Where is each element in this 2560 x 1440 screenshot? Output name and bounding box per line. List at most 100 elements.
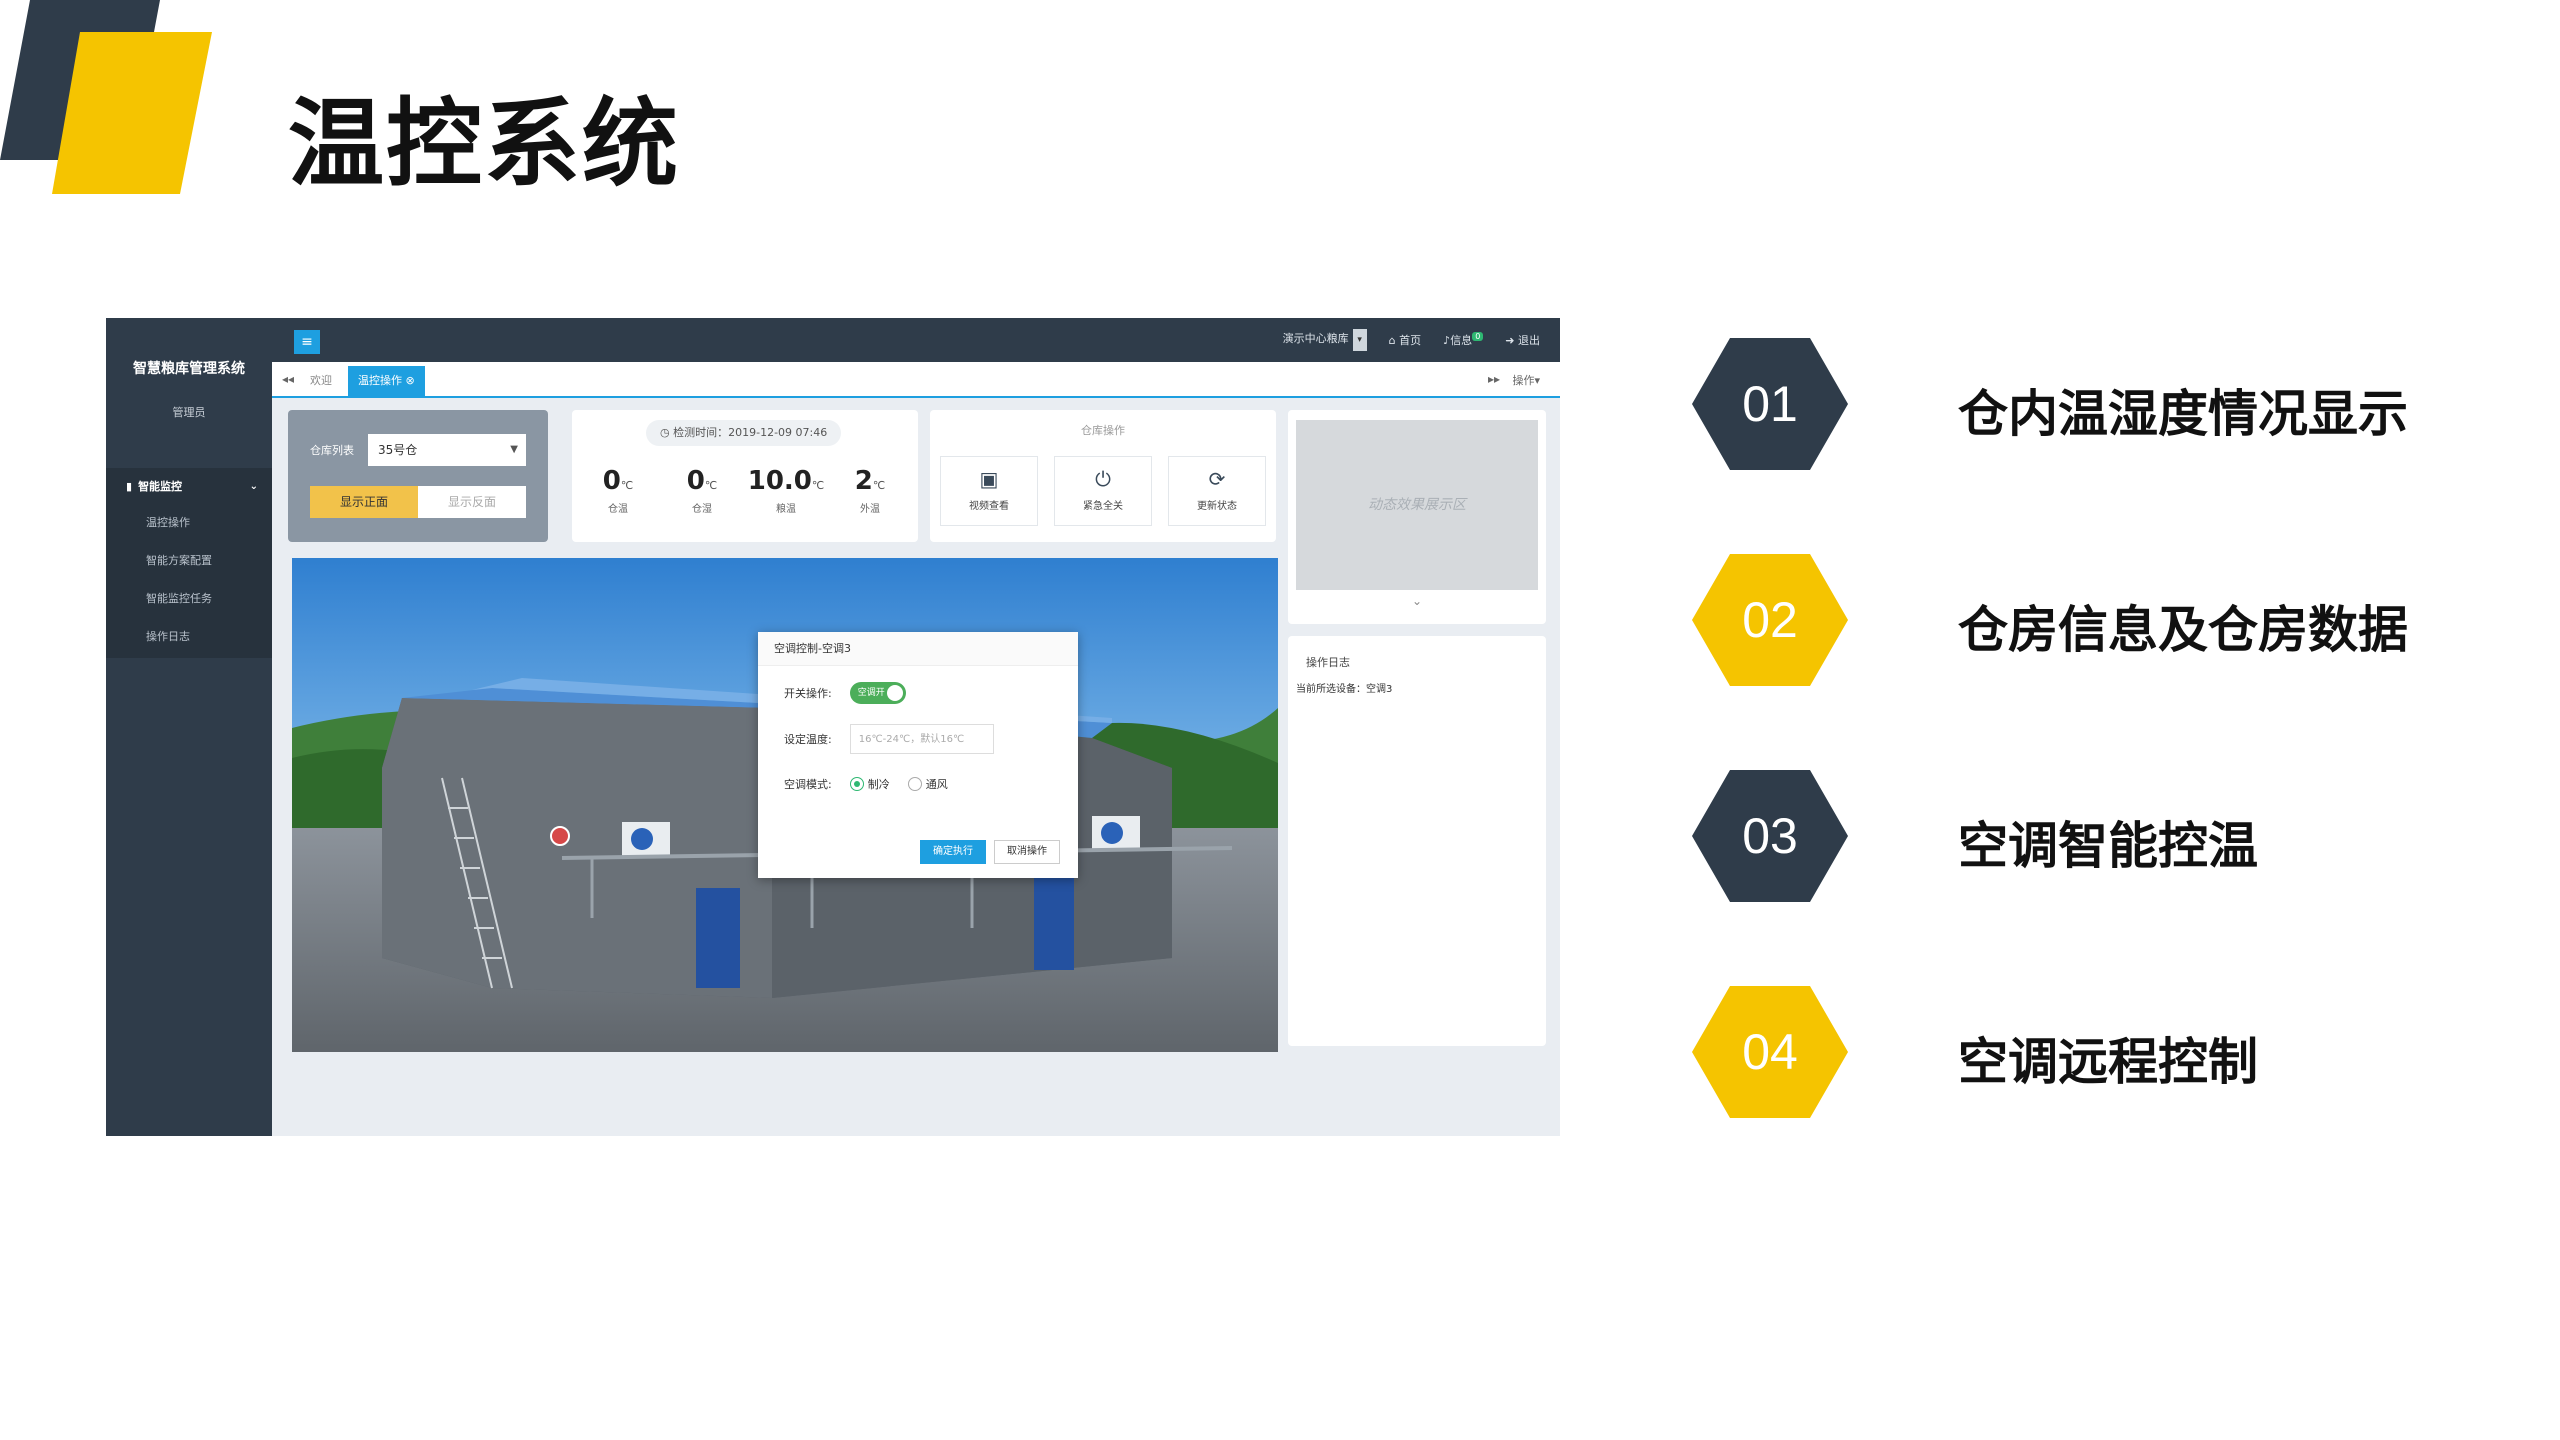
sidebar-menu: ▮ 智能监控 ⌄ 温控操作 智能方案配置 智能监控任务 操作日志	[106, 468, 272, 658]
home-label: 首页	[1399, 334, 1422, 347]
mode-label: 空调模式:	[784, 778, 832, 791]
check-time: ◷ 检测时间：2019-12-09 07:46	[646, 420, 842, 446]
reading-warehouse-temp: 0℃ 仓温	[578, 466, 658, 515]
messages-link[interactable]: ♪信息 0	[1443, 332, 1484, 348]
sidebar-item-temp-op[interactable]: 温控操作	[106, 504, 272, 542]
sidebar-item-plan-config[interactable]: 智能方案配置	[106, 542, 272, 580]
sidebar-group-monitor[interactable]: ▮ 智能监控 ⌄	[106, 468, 272, 504]
mode-cool-radio[interactable]	[849, 777, 864, 791]
reading-unit: ℃	[811, 479, 825, 492]
warehouse-ops-title: 仓库操作	[1081, 424, 1125, 437]
feature-label: 仓房信息及仓房数据	[1958, 601, 2408, 659]
feature-label: 空调智能控温	[1958, 817, 2258, 875]
menu-toggle-button[interactable]: ≡	[294, 330, 320, 354]
feature-label: 空调远程控制	[1958, 1033, 2258, 1091]
video-view-button[interactable]: ▣ 视频查看	[940, 456, 1038, 526]
mode-fan-radio[interactable]	[907, 777, 922, 791]
emergency-close-button[interactable]: ⏻ 紧急全关	[1054, 456, 1152, 526]
switch-row: 开关操作: 空调开	[784, 682, 906, 704]
mode-fan-label: 通风	[925, 778, 948, 791]
reading-grain-temp: 10.0℃ 粮温	[746, 466, 826, 515]
op-label: 更新状态	[1197, 501, 1237, 512]
show-front-button[interactable]: 显示正面	[310, 486, 418, 518]
temp-input[interactable]: 16℃-24℃，默认16℃	[849, 724, 994, 754]
op-label: 视频查看	[969, 501, 1009, 512]
switch-label: 开关操作:	[784, 687, 832, 700]
reading-unit: ℃	[704, 479, 718, 492]
app-screenshot: 智慧粮库管理系统 管理员 ▮ 智能监控 ⌄ 温控操作 智能方案配置 智能监控任务…	[106, 318, 1560, 1136]
feature-number: 04	[1742, 1024, 1798, 1080]
messages-label: 信息	[1450, 334, 1473, 347]
reading-unit: ℃	[620, 479, 634, 492]
warehouse-ops-panel: 仓库操作 ▣ 视频查看 ⏻ 紧急全关 ⟳ 更新状态	[930, 410, 1276, 542]
op-label: 紧急全关	[1083, 501, 1123, 512]
reading-value: 10.0	[747, 466, 812, 496]
logout-link[interactable]: ➜ 退出	[1505, 332, 1540, 348]
chevron-down-icon: ⌄	[249, 480, 258, 492]
home-link[interactable]: ⌂ 首页	[1389, 332, 1421, 348]
tab-prev-icon[interactable]: ◂◂	[282, 372, 294, 386]
tab-bar: ◂◂ 欢迎 温控操作 ⊗ ▸▸ 操作▾	[272, 362, 1560, 398]
warehouse-panel: 仓库列表 35号仓 ▼ 显示正面 显示反面	[288, 410, 548, 542]
sidebar-group-label: 智能监控	[138, 480, 183, 493]
reading-warehouse-humidity: 0℃ 仓湿	[662, 466, 742, 515]
temp-label: 设定温度:	[784, 733, 832, 746]
tab-temp-op-label: 温控操作	[358, 374, 402, 387]
temp-row: 设定温度: 16℃-24℃，默认16℃	[784, 724, 994, 754]
tab-temp-op[interactable]: 温控操作 ⊗	[348, 366, 425, 396]
logout-icon: ➜	[1505, 334, 1515, 347]
close-icon[interactable]: ⊗	[406, 374, 415, 387]
readings-panel: ◷ 检测时间：2019-12-09 07:46 0℃ 仓温 0℃ 仓湿 10.0…	[572, 410, 918, 542]
slide: 温控系统 智慧粮库管理系统 管理员 ▮ 智能监控 ⌄ 温控操作 智能方案配置 智…	[0, 0, 2560, 1440]
feature-item-03: 03 空调智能控温	[1690, 766, 2510, 906]
feature-number: 02	[1742, 592, 1798, 648]
ac-power-toggle[interactable]: 空调开	[849, 682, 906, 704]
feature-label: 仓内温湿度情况显示	[1958, 385, 2408, 443]
reading-outside-temp: 2℃ 外温	[830, 466, 910, 515]
mode-row: 空调模式: 制冷 通风	[784, 776, 948, 792]
log-line: 当前所选设备：空调3	[1296, 684, 1393, 695]
dialog-title: 空调控制-空调3	[758, 632, 1078, 666]
reading-value: 2	[854, 466, 873, 496]
feature-item-01: 01 仓内温湿度情况显示	[1690, 334, 2510, 474]
message-badge: 0	[1472, 332, 1484, 341]
reading-label: 仓温	[608, 504, 628, 515]
animation-area: 动态效果展示区	[1296, 420, 1538, 590]
tab-welcome[interactable]: 欢迎	[300, 366, 342, 396]
mode-cool-label: 制冷	[867, 778, 890, 791]
reading-unit: ℃	[872, 479, 886, 492]
warehouse-list-label: 仓库列表	[310, 444, 354, 457]
ac-control-dialog: 空调控制-空调3 开关操作: 空调开 设定温度: 16℃-24℃，默认16℃ 空…	[758, 632, 1078, 878]
warehouse-selected: 35号仓	[378, 443, 418, 457]
app-sidebar: 智慧粮库管理系统 管理员 ▮ 智能监控 ⌄ 温控操作 智能方案配置 智能监控任务…	[106, 318, 272, 1136]
app-topbar: ≡ 演示中心粮库 ▾ ⌂ 首页 ♪信息 0 ➜ 退出	[272, 318, 1560, 362]
video-icon: ▣	[979, 467, 999, 491]
check-time-label: 检测时间：2019-12-09 07:46	[673, 426, 828, 439]
logout-label: 退出	[1518, 334, 1540, 347]
topbar-actions: 演示中心粮库 ▾ ⌂ 首页 ♪信息 0 ➜ 退出	[1283, 328, 1540, 352]
chevron-down-icon: ▾	[1352, 329, 1367, 351]
depot-label: 演示中心粮库	[1282, 332, 1349, 345]
update-status-button[interactable]: ⟳ 更新状态	[1168, 456, 1266, 526]
user-role: 管理员	[172, 406, 206, 419]
warehouse-select[interactable]: 35号仓 ▼	[368, 434, 526, 466]
view-toggle: 显示正面 显示反面	[310, 486, 526, 518]
home-icon: ⌂	[1388, 334, 1396, 347]
reading-label: 仓湿	[692, 504, 712, 515]
lock-icon: ▮	[126, 479, 133, 493]
tab-ops-menu[interactable]: 操作▾	[1512, 372, 1540, 388]
cancel-button[interactable]: 取消操作	[994, 840, 1060, 864]
sidebar-item-op-log[interactable]: 操作日志	[106, 618, 272, 656]
feature-number: 03	[1742, 808, 1798, 864]
confirm-button[interactable]: 确定执行	[920, 840, 986, 864]
chevron-down-icon[interactable]: ⌄	[1288, 594, 1546, 608]
refresh-icon: ⟳	[1208, 467, 1226, 491]
reading-label: 粮温	[776, 504, 796, 515]
caret-down-icon: ▼	[510, 444, 518, 455]
reading-value: 0	[602, 466, 621, 496]
slide-title: 温控系统	[288, 88, 680, 200]
sidebar-item-monitor-task[interactable]: 智能监控任务	[106, 580, 272, 618]
tab-next-icon[interactable]: ▸▸	[1488, 372, 1500, 386]
depot-select[interactable]: 演示中心粮库 ▾	[1283, 329, 1367, 351]
show-back-button[interactable]: 显示反面	[418, 486, 526, 518]
